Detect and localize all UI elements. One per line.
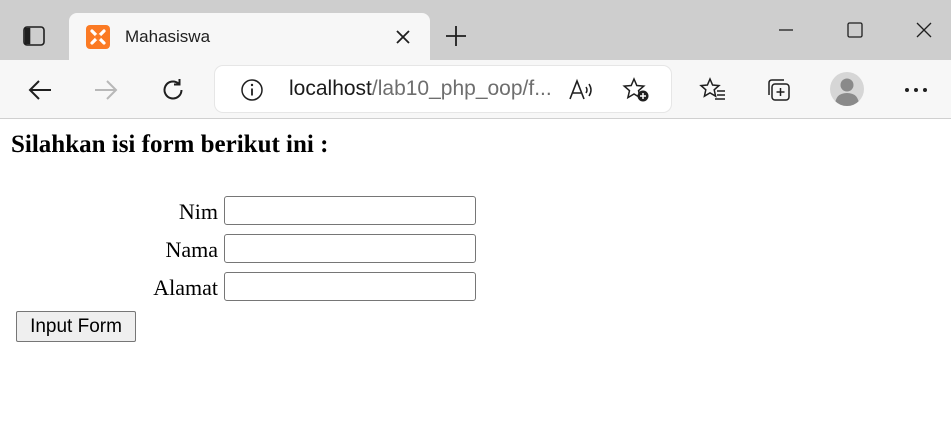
read-aloud-icon (569, 78, 592, 100)
add-favorite-button[interactable] (621, 76, 651, 104)
form-row-alamat: Alamat (0, 272, 480, 304)
info-icon (241, 79, 263, 101)
nama-input[interactable] (224, 234, 476, 263)
tab-strip: Mahasiswa (0, 0, 951, 61)
url-path: /lab10_php_oop/f... (371, 77, 552, 100)
star-add-icon (622, 77, 649, 102)
person-icon (835, 78, 859, 106)
site-info-button[interactable] (239, 77, 265, 103)
arrow-left-icon (28, 80, 51, 100)
maximize-button[interactable] (840, 16, 870, 44)
alamat-label: Alamat (153, 275, 218, 300)
alamat-input[interactable] (224, 272, 476, 301)
minimize-icon (779, 29, 793, 31)
refresh-button[interactable] (156, 73, 190, 107)
more-menu-button[interactable] (899, 73, 933, 107)
input-form-button[interactable]: Input Form (16, 311, 136, 342)
new-tab-button[interactable] (442, 22, 470, 50)
close-icon (916, 22, 932, 38)
profile-avatar[interactable] (830, 72, 864, 106)
maximize-icon (847, 22, 863, 38)
collections-icon (768, 79, 790, 101)
minimize-button[interactable] (771, 16, 801, 44)
more-horizontal-icon (905, 88, 927, 92)
close-icon (396, 30, 410, 44)
url-text[interactable]: localhost/lab10_php_oop/f... (289, 77, 552, 101)
collections-button[interactable] (762, 73, 796, 107)
forward-button[interactable] (89, 73, 123, 107)
tab-actions-button[interactable] (14, 20, 54, 52)
xampp-favicon-icon (86, 25, 110, 49)
arrow-right-icon (95, 80, 118, 100)
form-row-nama: Nama (0, 234, 480, 266)
form-row-nim: Nim (0, 196, 480, 228)
nim-input[interactable] (224, 196, 476, 225)
browser-toolbar: localhost/lab10_php_oop/f... (0, 60, 951, 119)
window-close-button[interactable] (909, 16, 939, 44)
tab-mahasiswa[interactable]: Mahasiswa (69, 13, 430, 61)
page-heading: Silahkan isi form berikut ini : (11, 131, 329, 158)
favorites-icon (699, 77, 725, 100)
plus-icon (446, 26, 466, 46)
favorites-button[interactable] (696, 73, 730, 107)
tab-actions-icon (23, 26, 45, 46)
url-host: localhost (289, 77, 372, 100)
refresh-icon (163, 79, 183, 100)
back-button[interactable] (23, 73, 57, 107)
read-aloud-button[interactable] (567, 76, 597, 104)
nim-label: Nim (178, 199, 218, 224)
tab-title: Mahasiswa (125, 27, 211, 46)
tab-close-button[interactable] (392, 26, 414, 48)
address-bar[interactable]: localhost/lab10_php_oop/f... (215, 66, 671, 112)
nama-label: Nama (165, 237, 218, 262)
page-content: Silahkan isi form berikut ini : Nim Nama… (0, 119, 951, 447)
